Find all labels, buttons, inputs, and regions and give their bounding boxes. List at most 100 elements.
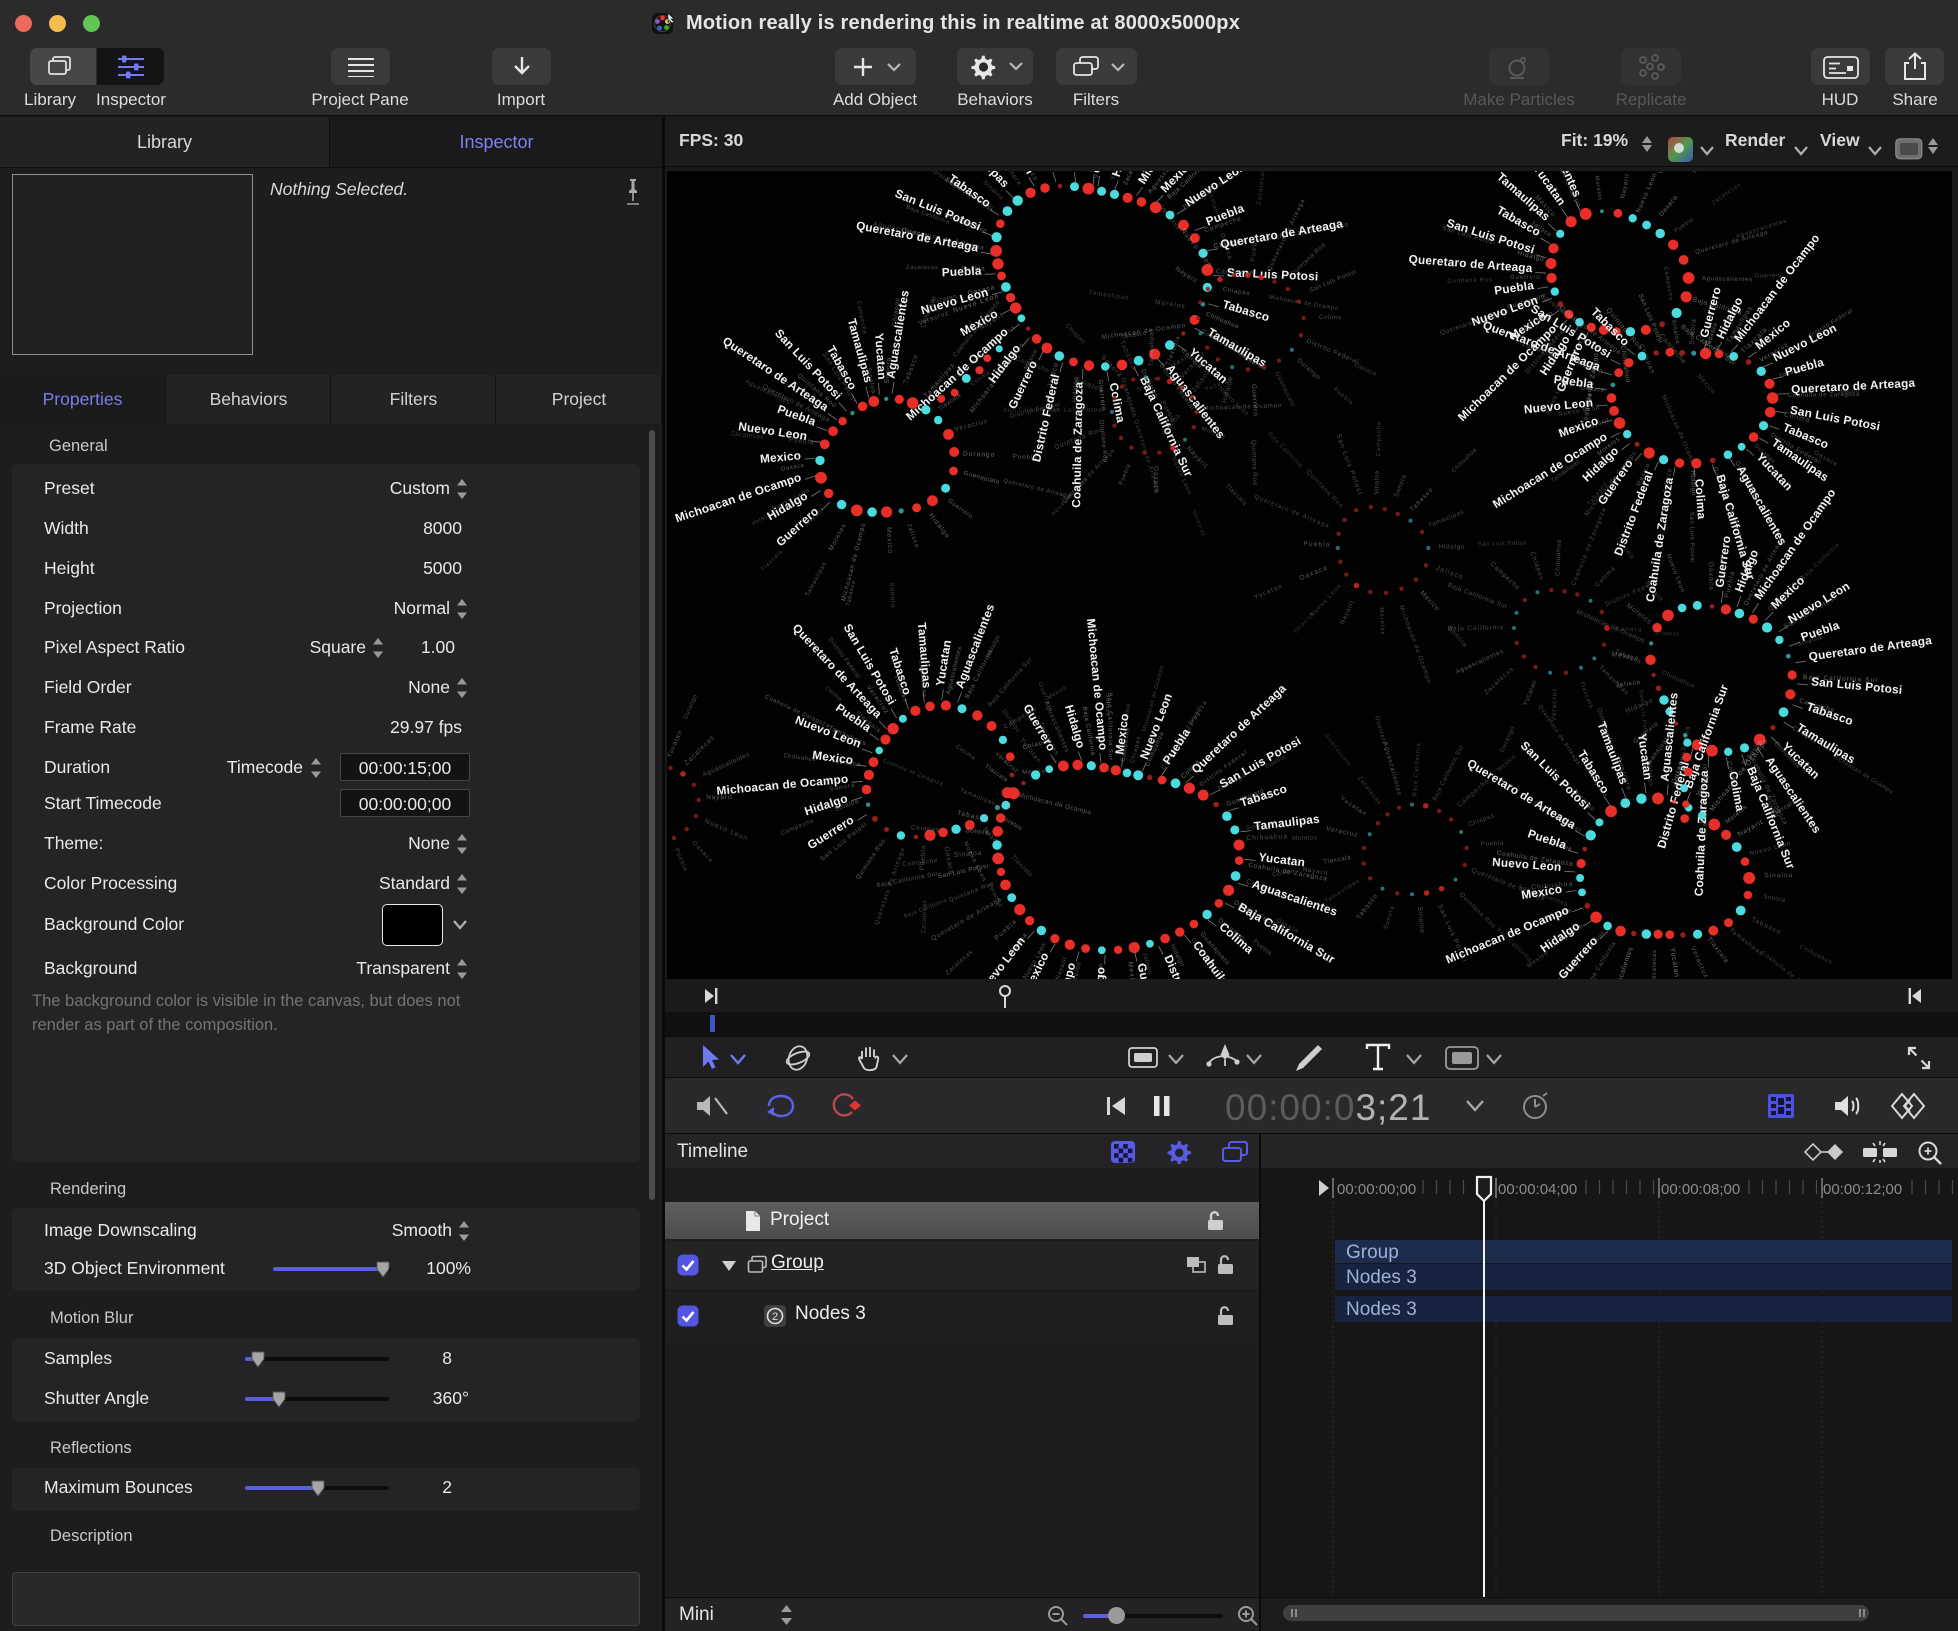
svg-text:Tlaxcala: Tlaxcala [1224, 482, 1249, 507]
svg-text:Hidalgo: Hidalgo [927, 512, 951, 540]
svg-text:Tamaulipas: Tamaulipas [915, 622, 934, 689]
svg-text:Veracruz: Veracruz [1190, 510, 1206, 538]
svg-text:Mexico: Mexico [1496, 753, 1518, 773]
svg-text:Aguascalientes: Aguascalientes [1611, 946, 1635, 979]
svg-text:Puebla: Puebla [1674, 217, 1696, 235]
svg-text:Aguascalientes: Aguascalientes [1702, 276, 1753, 283]
svg-text:San Luis Potosi: San Luis Potosi [1637, 293, 1665, 345]
svg-text:San Luis Potosi: San Luis Potosi [1811, 674, 1903, 697]
svg-text:Tlaxcala: Tlaxcala [1578, 681, 1594, 710]
svg-text:Tlaxcala: Tlaxcala [1706, 936, 1731, 965]
svg-text:Yucatan: Yucatan [1635, 733, 1655, 781]
svg-text:Chiapas: Chiapas [1528, 551, 1545, 582]
svg-text:Tamaulipas: Tamaulipas [804, 560, 828, 597]
svg-text:Aguascalientes: Aguascalientes [884, 289, 912, 380]
svg-text:Sonora: Sonora [888, 582, 896, 609]
svg-text:Sinaloa: Sinaloa [954, 850, 983, 859]
svg-text:Zacatecas: Zacatecas [1484, 666, 1516, 696]
svg-text:Colima: Colima [1089, 171, 1109, 174]
svg-text:Oaxaca: Oaxaca [691, 840, 715, 865]
svg-text:Puebla: Puebla [1118, 463, 1132, 486]
svg-text:Baja California: Baja California [1412, 742, 1422, 796]
svg-text:Durango: Durango [963, 451, 996, 459]
svg-text:Aguascalientes: Aguascalientes [1455, 648, 1505, 676]
svg-text:Puebla: Puebla [1481, 841, 1504, 848]
svg-text:Guanajuato: Guanajuato [1323, 733, 1352, 768]
svg-text:Chiapas: Chiapas [1064, 322, 1087, 345]
svg-text:Tlaxcala: Tlaxcala [1010, 854, 1034, 879]
svg-text:00:00:12;00: 00:00:12;00 [1823, 1181, 1902, 1198]
svg-text:Oaxaca: Oaxaca [1152, 466, 1160, 494]
svg-text:Baja California: Baja California [1266, 431, 1304, 470]
svg-text:Hidalgo: Hidalgo [1439, 544, 1466, 551]
svg-text:Tamaulipas: Tamaulipas [1324, 878, 1361, 905]
svg-text:Tamaulipas: Tamaulipas [1428, 509, 1466, 530]
svg-text:00:00:04;00: 00:00:04;00 [1498, 1181, 1577, 1198]
svg-text:Guerrero: Guerrero [1373, 715, 1387, 746]
svg-text:Chihuahua: Chihuahua [1661, 669, 1696, 690]
svg-text:Morelos: Morelos [1593, 175, 1603, 201]
svg-text:Tabasco: Tabasco [1750, 916, 1782, 936]
svg-text:Zacatecas: Zacatecas [1256, 171, 1267, 206]
svg-text:Tamaulipas: Tamaulipas [1148, 328, 1156, 367]
svg-text:Tlaxcala: Tlaxcala [760, 549, 785, 573]
svg-text:Hidalgo: Hidalgo [986, 634, 1002, 659]
svg-text:Chihuahua: Chihuahua [1246, 833, 1288, 842]
svg-text:Tabasco: Tabasco [1805, 699, 1855, 728]
svg-text:Chiapas: Chiapas [1655, 630, 1680, 638]
svg-text:Group: Group [1346, 1242, 1399, 1263]
svg-text:Nuevo Leon: Nuevo Leon [962, 841, 987, 883]
svg-text:Tlaxcala: Tlaxcala [983, 764, 1008, 784]
svg-text:Chihuahua: Chihuahua [1555, 539, 1563, 576]
svg-text:Puebla: Puebla [919, 844, 928, 871]
svg-text:Zacatecas: Zacatecas [1711, 182, 1743, 207]
svg-text:Tamaulipas: Tamaulipas [1042, 171, 1059, 173]
svg-text:Sonora: Sonora [1615, 626, 1642, 634]
svg-text:Puebla: Puebla [1332, 387, 1354, 407]
svg-text:Veracruz: Veracruz [1689, 945, 1710, 979]
svg-text:Veracruz: Veracruz [1658, 171, 1677, 175]
svg-text:Veracruz: Veracruz [1325, 825, 1358, 838]
svg-text:Yucatan: Yucatan [1692, 171, 1714, 176]
svg-text:Queretaro de Arteaga: Queretaro de Arteaga [1253, 493, 1331, 530]
svg-text:Mexico: Mexico [885, 527, 893, 554]
svg-text:Nodes 3: Nodes 3 [1346, 1267, 1417, 1288]
svg-text:Michoacan de Ocampo: Michoacan de Ocampo [716, 772, 849, 798]
svg-text:Morelos: Morelos [1292, 834, 1317, 842]
svg-text:Tabasco: Tabasco [902, 353, 920, 385]
svg-text:Sonora: Sonora [1383, 905, 1396, 930]
svg-text:Durango: Durango [1296, 357, 1322, 381]
svg-text:Durango: Durango [1499, 725, 1517, 754]
svg-text:Baja California: Baja California [1800, 542, 1841, 582]
svg-text:Quintana Roo: Quintana Roo [1458, 891, 1497, 930]
svg-text:Campeche: Campeche [1662, 266, 1673, 302]
svg-text:Guanajuato: Guanajuato [963, 470, 1001, 486]
svg-text:Yucatan: Yucatan [1668, 947, 1680, 978]
svg-text:Michoacan de Ocampo: Michoacan de Ocampo [1018, 792, 1093, 817]
svg-text:Morelos: Morelos [1625, 603, 1653, 626]
svg-text:Yucatan: Yucatan [1522, 679, 1539, 707]
svg-text:Veracruz: Veracruz [1158, 205, 1182, 232]
svg-text:Michoacan de Ocampo: Michoacan de Ocampo [1398, 605, 1433, 685]
svg-text:Aguascalientes: Aguascalientes [702, 751, 752, 778]
svg-text:Mexico: Mexico [1695, 373, 1716, 396]
svg-text:Mexico: Mexico [811, 748, 854, 768]
svg-text:Zacatecas: Zacatecas [906, 264, 939, 271]
svg-text:Mexico: Mexico [759, 448, 801, 465]
svg-text:Sinaloa: Sinaloa [1416, 906, 1426, 933]
svg-text:San Luis Potosi: San Luis Potosi [1334, 433, 1363, 496]
svg-text:Jalisco: Jalisco [905, 523, 920, 550]
svg-text:Hidalgo: Hidalgo [1092, 967, 1108, 979]
svg-text:Campeche: Campeche [1489, 561, 1522, 592]
svg-text:Colima: Colima [1594, 565, 1618, 589]
svg-text:Michoacan de Ocampo: Michoacan de Ocampo [1269, 295, 1339, 313]
svg-text:Queretaro de Arteaga: Queretaro de Arteaga [1408, 252, 1533, 275]
svg-text:Nayarit: Nayarit [706, 794, 733, 801]
svg-text:Nuevo Leon: Nuevo Leon [1309, 582, 1344, 618]
svg-text:Distrito Federal: Distrito Federal [1305, 338, 1360, 366]
svg-text:Baja California Sur: Baja California Sur [1431, 743, 1465, 802]
svg-text:Baja California Sur: Baja California Sur [987, 656, 1034, 708]
svg-text:Veracruz: Veracruz [1292, 611, 1316, 635]
svg-text:Oaxaca: Oaxaca [1658, 194, 1680, 218]
svg-text:Sinaloa: Sinaloa [1373, 470, 1380, 495]
